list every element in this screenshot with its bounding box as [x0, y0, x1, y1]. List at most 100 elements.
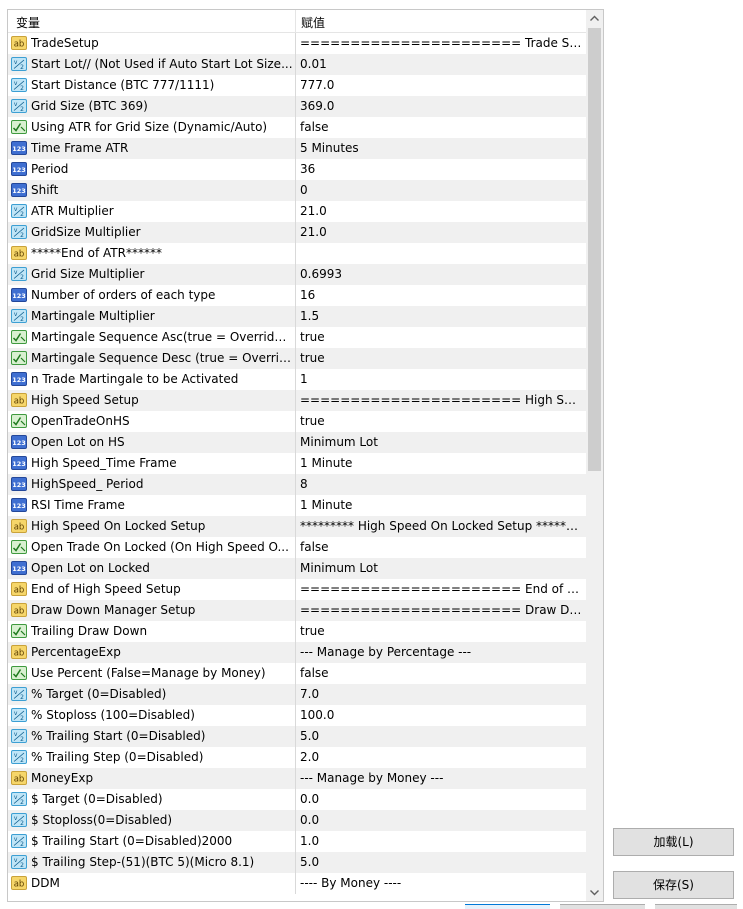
param-row[interactable]: Using ATR for Grid Size (Dynamic/Auto) fa…: [8, 117, 586, 138]
param-value[interactable]: true: [300, 330, 582, 344]
param-row[interactable]: Open Trade On Locked (On High Speed O...…: [8, 537, 586, 558]
param-row[interactable]: v 2 Start Lot// (Not Used if Auto Start Lo…: [8, 54, 586, 75]
param-value[interactable]: true: [300, 351, 582, 365]
param-value[interactable]: 1.0: [300, 834, 582, 848]
param-row[interactable]: ab High Speed Setup ======================…: [8, 390, 586, 411]
param-row[interactable]: v 2 $ Stoploss(0=Disabled) 0.0: [8, 810, 586, 831]
param-value[interactable]: 8: [300, 477, 582, 491]
param-value[interactable]: 1 Minute: [300, 498, 582, 512]
param-name: High Speed On Locked Setup: [31, 519, 206, 533]
scroll-down-icon[interactable]: [586, 884, 603, 901]
param-value[interactable]: false: [300, 666, 582, 680]
column-divider[interactable]: [295, 10, 296, 32]
param-value[interactable]: 36: [300, 162, 582, 176]
param-name: % Trailing Step (0=Disabled): [31, 750, 204, 764]
param-value[interactable]: 2.0: [300, 750, 582, 764]
param-value[interactable]: ********* High Speed On Locked Setup ***…: [300, 519, 582, 533]
vertical-scrollbar[interactable]: [586, 10, 603, 901]
param-value[interactable]: false: [300, 120, 582, 134]
param-row[interactable]: 123 HighSpeed_ Period 8: [8, 474, 586, 495]
param-value[interactable]: ====================== End of Hi...: [300, 582, 582, 596]
param-value[interactable]: 21.0: [300, 225, 582, 239]
param-value[interactable]: 0.6993: [300, 267, 582, 281]
param-row[interactable]: Martingale Sequence Desc (true = Overrid…: [8, 348, 586, 369]
column-header-variable[interactable]: 变量: [16, 14, 40, 31]
param-row[interactable]: v 2 % Target (0=Disabled) 7.0: [8, 684, 586, 705]
param-value[interactable]: 100.0: [300, 708, 582, 722]
param-row[interactable]: ab DDM ---- By Money ----: [8, 873, 586, 894]
cancel-button[interactable]: [560, 904, 645, 909]
param-value[interactable]: 7.0: [300, 687, 582, 701]
param-value[interactable]: 777.0: [300, 78, 582, 92]
param-value[interactable]: --- Manage by Percentage ---: [300, 645, 582, 659]
param-value[interactable]: 0: [300, 183, 582, 197]
param-row[interactable]: ab High Speed On Locked Setup ********* Hi…: [8, 516, 586, 537]
param-row[interactable]: ab MoneyExp --- Manage by Money ---: [8, 768, 586, 789]
param-row[interactable]: Use Percent (False=Manage by Money) false: [8, 663, 586, 684]
param-row[interactable]: v 2 Start Distance (BTC 777/1111) 777.0: [8, 75, 586, 96]
param-value[interactable]: --- Manage by Money ---: [300, 771, 582, 785]
save-button[interactable]: 保存(S): [613, 871, 734, 899]
param-row[interactable]: 123 Open Lot on Locked Minimum Lot: [8, 558, 586, 579]
param-value[interactable]: 1: [300, 372, 582, 386]
param-row[interactable]: 123 Time Frame ATR 5 Minutes: [8, 138, 586, 159]
param-row[interactable]: OpenTradeOnHS true: [8, 411, 586, 432]
param-value[interactable]: ====================== Draw Dow...: [300, 603, 582, 617]
param-value[interactable]: ====================== Trade Set...: [300, 36, 582, 50]
param-row[interactable]: v 2 $ Target (0=Disabled) 0.0: [8, 789, 586, 810]
param-value[interactable]: 5.0: [300, 855, 582, 869]
param-row[interactable]: v 2 Grid Size Multiplier 0.6993: [8, 264, 586, 285]
reset-button[interactable]: [655, 904, 737, 909]
param-row[interactable]: v 2 Martingale Multiplier 1.5: [8, 306, 586, 327]
param-row[interactable]: v 2 $ Trailing Start (0=Disabled)2000 1.0: [8, 831, 586, 852]
param-row[interactable]: 123 High Speed_Time Frame 1 Minute: [8, 453, 586, 474]
param-row[interactable]: v 2 ATR Multiplier 21.0: [8, 201, 586, 222]
param-row[interactable]: ab Draw Down Manager Setup ===============…: [8, 600, 586, 621]
param-row[interactable]: ab End of High Speed Setup ===============…: [8, 579, 586, 600]
param-value[interactable]: true: [300, 624, 582, 638]
param-row[interactable]: v 2 % Stoploss (100=Disabled) 100.0: [8, 705, 586, 726]
load-button[interactable]: 加载(L): [613, 828, 734, 856]
param-value[interactable]: 0.0: [300, 813, 582, 827]
param-value[interactable]: 0.01: [300, 57, 582, 71]
svg-text:ab: ab: [14, 40, 25, 50]
param-row[interactable]: ab TradeSetup ====================== Trade…: [8, 33, 586, 54]
param-row[interactable]: 123 Number of orders of each type 16: [8, 285, 586, 306]
param-value[interactable]: 1.5: [300, 309, 582, 323]
param-value[interactable]: false: [300, 540, 582, 554]
param-value[interactable]: 5.0: [300, 729, 582, 743]
param-value[interactable]: 1 Minute: [300, 456, 582, 470]
cell-divider: [295, 390, 296, 411]
param-row[interactable]: v 2 Grid Size (BTC 369) 369.0: [8, 96, 586, 117]
param-value[interactable]: ====================== High Spee...: [300, 393, 582, 407]
param-value[interactable]: ---- By Money ----: [300, 876, 582, 890]
param-row[interactable]: 123 RSI Time Frame 1 Minute: [8, 495, 586, 516]
cell-divider: [295, 285, 296, 306]
ok-button[interactable]: [465, 904, 550, 909]
param-row[interactable]: Martingale Sequence Asc(true = Override …: [8, 327, 586, 348]
param-row[interactable]: v 2 % Trailing Step (0=Disabled) 2.0: [8, 747, 586, 768]
param-row[interactable]: 123 Open Lot on HS Minimum Lot: [8, 432, 586, 453]
param-row[interactable]: ab PercentageExp --- Manage by Percentage …: [8, 642, 586, 663]
param-row[interactable]: Trailing Draw Down true: [8, 621, 586, 642]
scroll-up-icon[interactable]: [586, 10, 603, 27]
integer-type-icon: 123: [11, 288, 27, 302]
param-value[interactable]: 5 Minutes: [300, 141, 582, 155]
param-row[interactable]: v 2 $ Trailing Step-(51)(BTC 5)(Micro 8.1)…: [8, 852, 586, 873]
param-value[interactable]: 0.0: [300, 792, 582, 806]
param-row[interactable]: ab *****End of ATR******: [8, 243, 586, 264]
scrollbar-thumb[interactable]: [588, 28, 601, 471]
param-row[interactable]: 123 Shift 0: [8, 180, 586, 201]
param-row[interactable]: 123 n Trade Martingale to be Activated 1: [8, 369, 586, 390]
param-value[interactable]: 16: [300, 288, 582, 302]
param-name: Draw Down Manager Setup: [31, 603, 196, 617]
param-row[interactable]: 123 Period 36: [8, 159, 586, 180]
param-value[interactable]: Minimum Lot: [300, 561, 582, 575]
column-header-value[interactable]: 赋值: [301, 14, 325, 31]
param-row[interactable]: v 2 % Trailing Start (0=Disabled) 5.0: [8, 726, 586, 747]
param-value[interactable]: true: [300, 414, 582, 428]
param-value[interactable]: 21.0: [300, 204, 582, 218]
param-value[interactable]: 369.0: [300, 99, 582, 113]
param-row[interactable]: v 2 GridSize Multiplier 21.0: [8, 222, 586, 243]
param-value[interactable]: Minimum Lot: [300, 435, 582, 449]
